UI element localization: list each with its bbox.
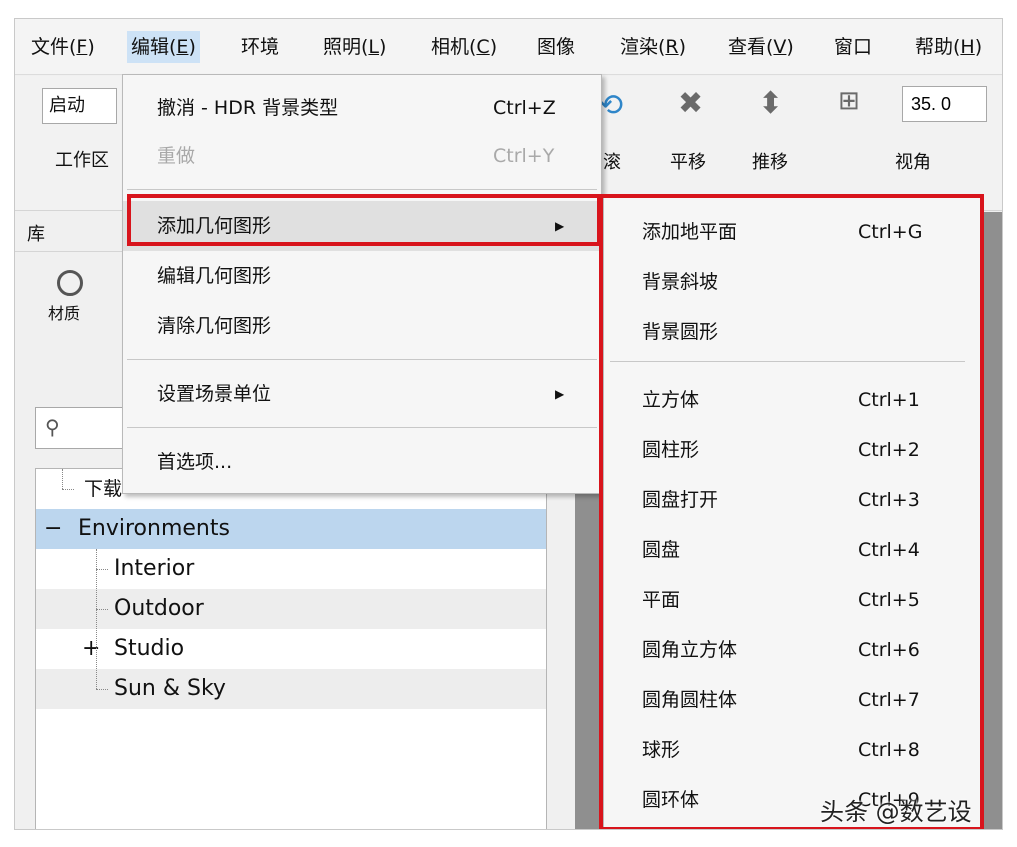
library-title: 库 xyxy=(27,224,45,245)
dolly-label: 推移 xyxy=(752,152,788,173)
tree-label: Environments xyxy=(78,516,230,541)
workspace-label: 工作区 xyxy=(55,150,109,171)
menu-item-edit-geometry[interactable]: 编辑几何图形 xyxy=(123,251,601,301)
tree-connector xyxy=(62,489,74,490)
menu-separator xyxy=(127,189,597,190)
menu-window[interactable]: 窗口 xyxy=(830,31,876,63)
tree-connector xyxy=(62,469,63,489)
menu-environment[interactable]: 环境 xyxy=(237,31,283,63)
edit-menu-dropdown: 撤消 - HDR 背景类型 Ctrl+Z 重做 Ctrl+Y 添加几何图形 ▶ … xyxy=(122,74,602,494)
fov-label: 视角 xyxy=(895,152,931,173)
fov-input[interactable] xyxy=(902,86,987,122)
menu-separator xyxy=(127,427,597,428)
material-icon[interactable] xyxy=(57,270,83,296)
tree-row-interior[interactable]: Interior xyxy=(36,549,546,589)
tumble-label: 滚 xyxy=(603,152,621,173)
tree-connector xyxy=(96,689,108,690)
menu-lighting[interactable]: 照明(L) xyxy=(319,31,390,63)
menu-item-undo[interactable]: 撤消 - HDR 背景类型 Ctrl+Z xyxy=(123,83,601,133)
menu-separator xyxy=(127,359,597,360)
menu-help[interactable]: 帮助(H) xyxy=(911,31,986,63)
tree-label: Studio xyxy=(114,636,185,661)
search-icon: ⚲ xyxy=(45,415,60,439)
submenu-arrow-icon: ▶ xyxy=(555,387,565,401)
highlight-frame-submenu xyxy=(599,194,984,829)
tree-label: Outdoor xyxy=(114,596,204,621)
startup-dropdown[interactable]: 启动 xyxy=(42,88,117,124)
tree-connector xyxy=(96,549,97,689)
tree-row-outdoor[interactable]: Outdoor xyxy=(36,589,546,629)
menu-image[interactable]: 图像 xyxy=(533,31,579,63)
tree-connector xyxy=(96,609,108,610)
tree-label: 下载 xyxy=(84,478,123,500)
material-tab-label[interactable]: 材质 xyxy=(48,300,80,324)
watermark: 头条 @数艺设 xyxy=(820,798,972,826)
tree-label: Sun & Sky xyxy=(114,676,226,701)
menu-render[interactable]: 渲染(R) xyxy=(616,31,690,63)
menu-edit[interactable]: 编辑(E) xyxy=(127,31,200,63)
expand-icon[interactable]: + xyxy=(82,629,100,669)
field-of-view-icon[interactable]: ⊞ xyxy=(838,86,860,116)
menu-file[interactable]: 文件(F) xyxy=(27,31,99,63)
menu-item-clear-geometry[interactable]: 清除几何图形 xyxy=(123,301,601,351)
tree-label: Interior xyxy=(114,556,195,581)
tree-row-environments[interactable]: − Environments xyxy=(36,509,546,549)
library-tree: 下载 − Environments Interior Outdoor + Stu… xyxy=(35,468,547,829)
menu-view[interactable]: 查看(V) xyxy=(724,31,798,63)
application-window: 文件(F) 编辑(E) 环境 照明(L) 相机(C) 图像 渲染(R) 查看(V… xyxy=(14,18,1003,830)
menu-item-preferences[interactable]: 首选项... xyxy=(123,437,601,487)
menu-item-redo: 重做 Ctrl+Y xyxy=(157,145,555,167)
dolly-icon[interactable]: ⬍ xyxy=(758,86,783,121)
menu-camera[interactable]: 相机(C) xyxy=(427,31,501,63)
tree-row-sun-sky[interactable]: Sun & Sky xyxy=(36,669,546,709)
pan-label: 平移 xyxy=(670,152,706,173)
tree-connector xyxy=(96,569,108,570)
menu-item-scene-units[interactable]: 设置场景单位 ▶ xyxy=(123,369,601,419)
menu-bar: 文件(F) 编辑(E) 环境 照明(L) 相机(C) 图像 渲染(R) 查看(V… xyxy=(15,19,1002,75)
collapse-icon[interactable]: − xyxy=(44,509,62,549)
pan-icon[interactable]: ✖ xyxy=(678,86,703,121)
tree-row-studio[interactable]: + Studio xyxy=(36,629,546,669)
highlight-frame-add-geometry xyxy=(127,194,601,246)
